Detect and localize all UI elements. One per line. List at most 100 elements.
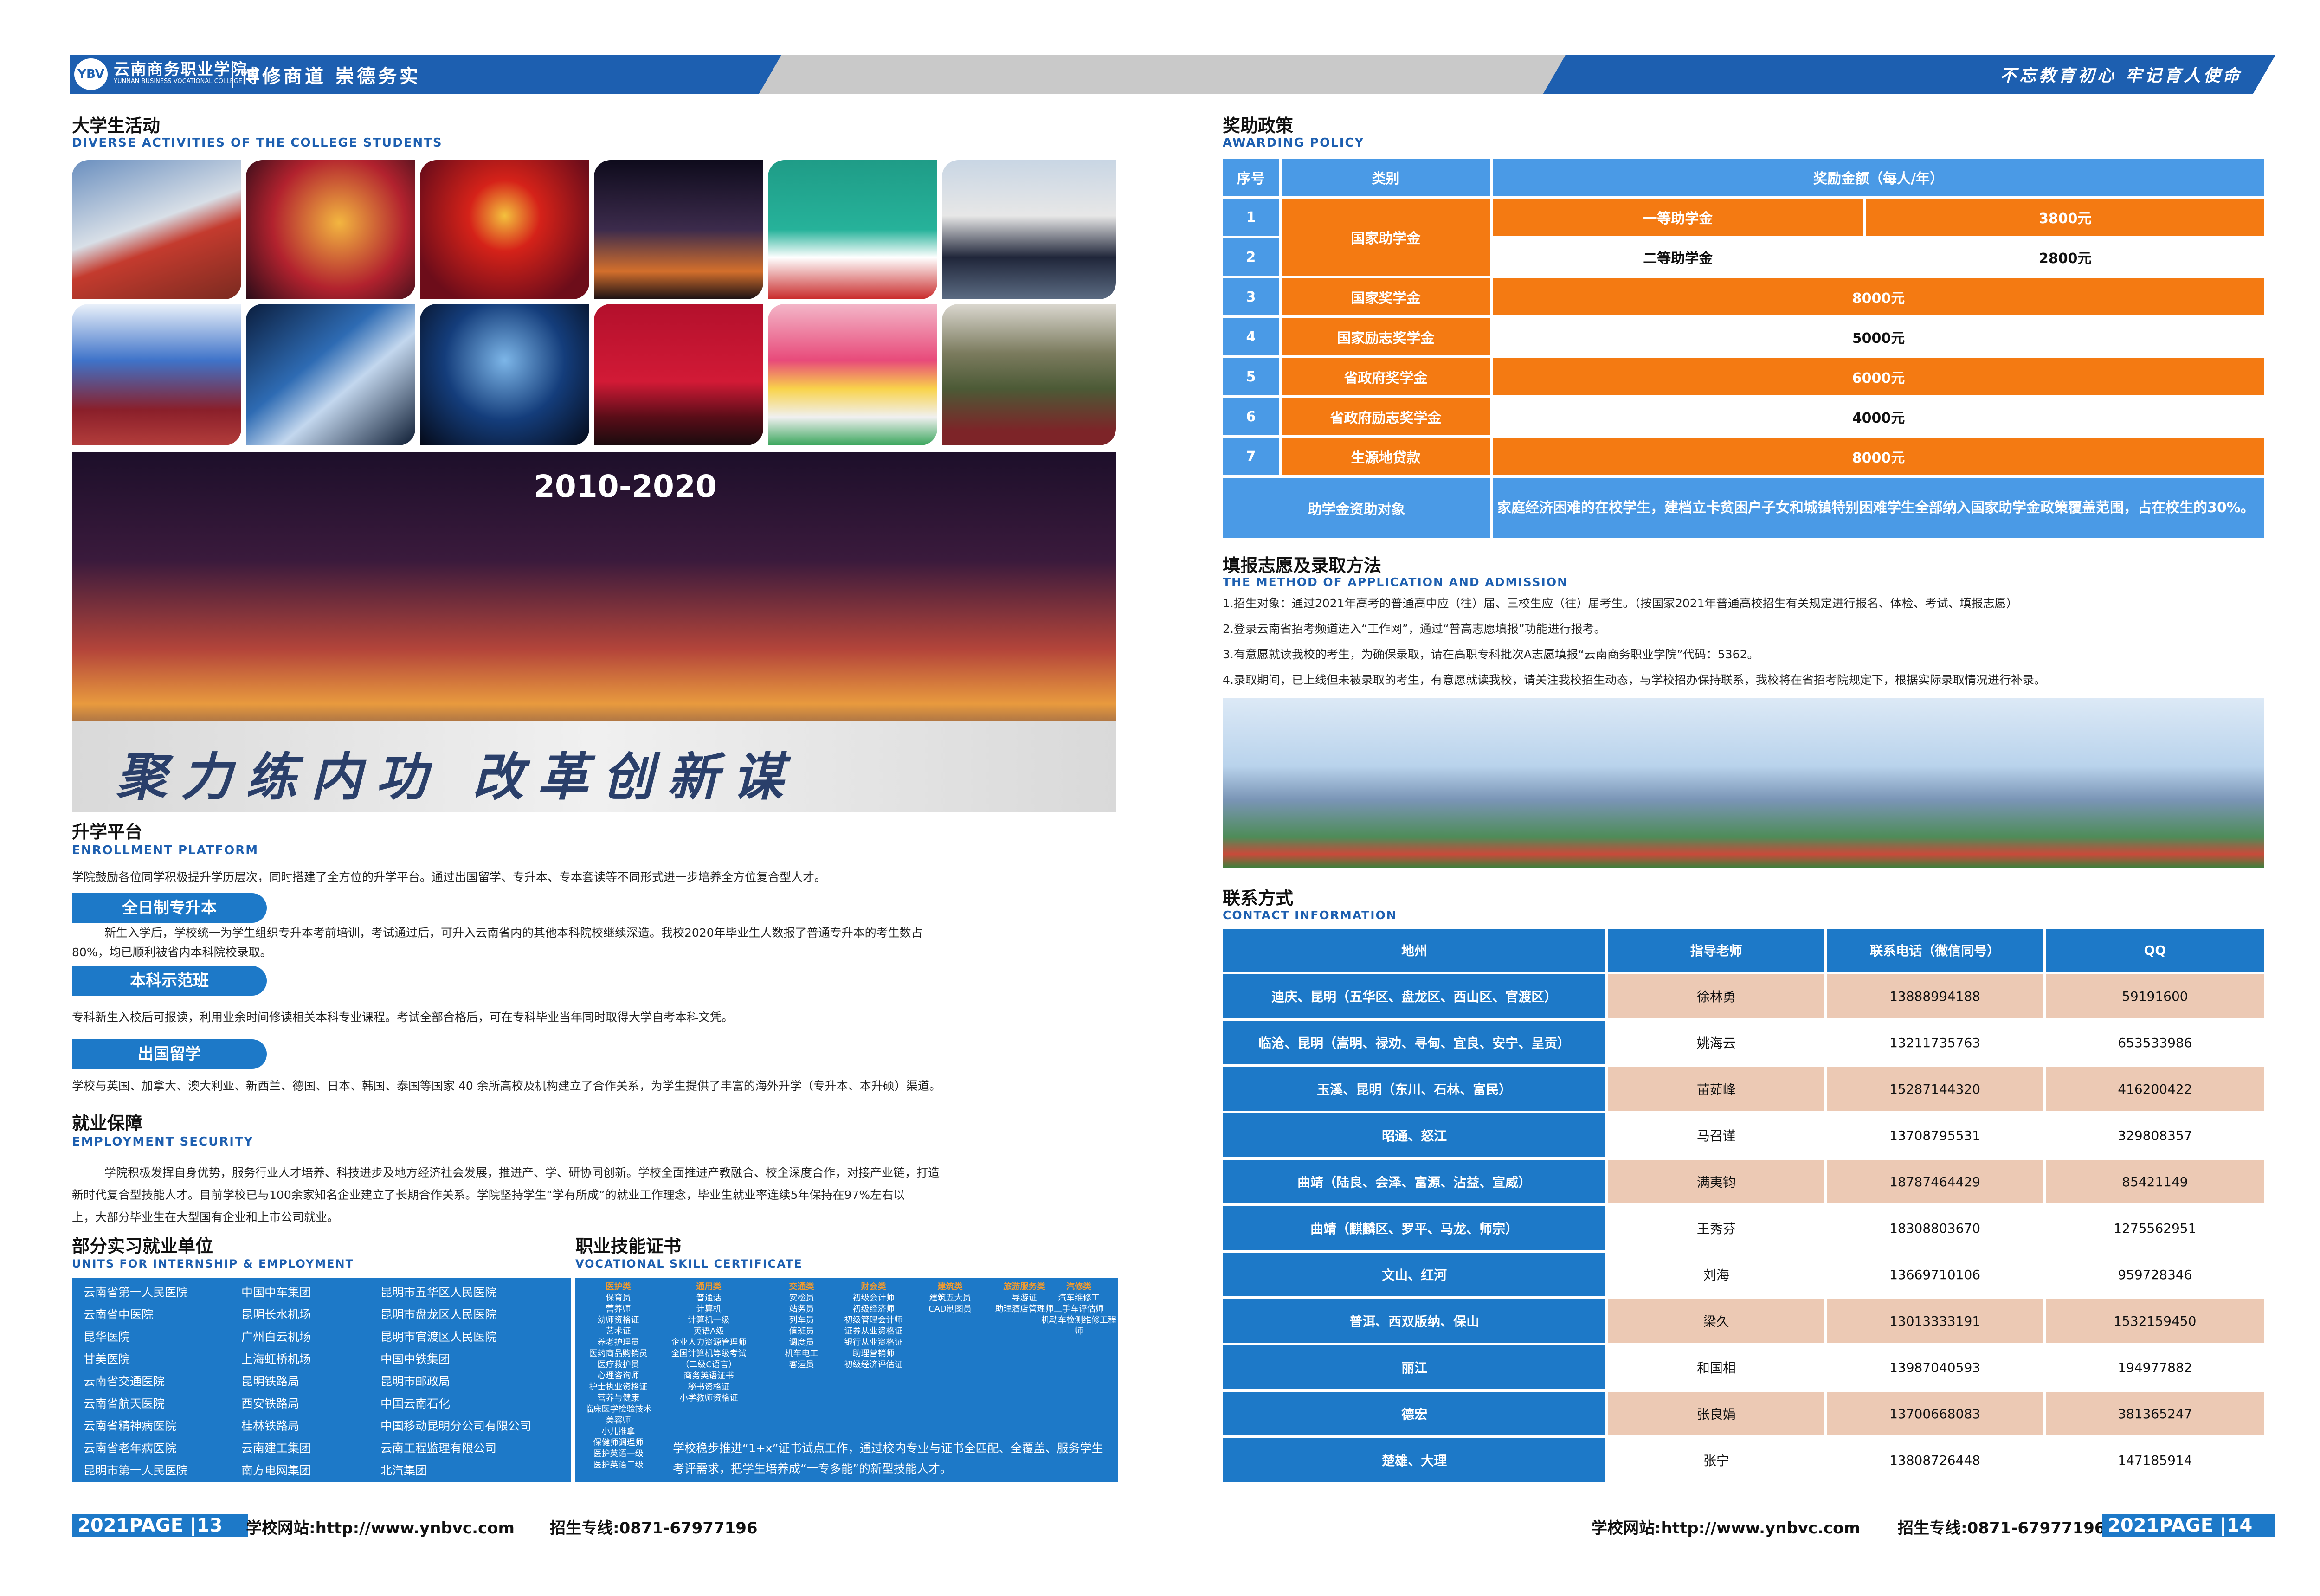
cert-item: 美容师 xyxy=(606,1416,631,1425)
contact-phone: 13669710106 xyxy=(1827,1253,2043,1296)
cert-item: 机动车检测维修工程师 xyxy=(1041,1315,1116,1336)
contact-region: 昭通、怒江 xyxy=(1223,1113,1606,1157)
cert-column-head: 建筑类 xyxy=(937,1282,963,1292)
application-item: 3.有意愿就读我校的考生，为确保录取，请在高职专科批次A志愿填报“云南商务职业学… xyxy=(1223,648,1759,661)
unit-item: 南方电网集团 xyxy=(241,1464,311,1477)
contact-qq: 416200422 xyxy=(2045,1067,2264,1111)
unit-item: 云南省老年病医院 xyxy=(84,1442,177,1455)
cert-item: 养老护理员 xyxy=(597,1338,639,1347)
award-row-no: 1 xyxy=(1223,199,1279,236)
pill-fulltime-upgrade: 全日制专升本 xyxy=(72,893,267,923)
cert-column: 医护类 保育员 营养师 幼师资格证 艺术证 养老护理员 医药商品购销员 医疗救护员 心理咨询师护… xyxy=(578,1281,659,1471)
photo-flag-parade xyxy=(72,160,241,299)
school-logo: YBV xyxy=(74,58,108,90)
contact-region: 德宏 xyxy=(1223,1392,1606,1435)
unit-item: 云南工程监理有限公司 xyxy=(380,1442,497,1455)
certs-subtitle: VOCATIONAL SKILL CERTIFICATE xyxy=(575,1257,803,1270)
photo-team-banner xyxy=(768,160,937,299)
award-target-label: 助学金资助对象 xyxy=(1223,478,1490,538)
cert-column: 交通类 安检员 站务员 列车员 值班员 调度员 机车电工 客运员 xyxy=(761,1281,842,1371)
contact-qq: 1275562951 xyxy=(2045,1206,2264,1250)
cert-item: 企业人力资源管理师 xyxy=(671,1338,747,1347)
footer-website-right[interactable]: 学校网站:http://www.ynbvc.com xyxy=(1592,1515,1860,1538)
award-subtitle: AWARDING POLICY xyxy=(1223,136,1365,150)
certs-note: 学校稳步推进“1+x”证书试点工作，通过校内专业与证书全匹配、全覆盖、服务学生考… xyxy=(673,1442,1103,1475)
cert-item: 二手车评估师 xyxy=(1054,1304,1104,1314)
cert-column-head: 交通类 xyxy=(789,1282,814,1292)
contact-qq: 85421149 xyxy=(2045,1160,2264,1203)
footer-hotline-right: 招生专线:0871-67977196 xyxy=(1898,1519,2106,1538)
contact-teacher: 姚海云 xyxy=(1608,1021,1824,1064)
contact-title: 联系方式 xyxy=(1223,888,1294,908)
enrollment-intro: 学院鼓励各位同学积极提升学历层次，同时搭建了全方位的升学平台。通过出国留学、专升… xyxy=(72,870,826,884)
cert-item: 安检员 xyxy=(789,1293,814,1303)
award-row-amount: 3800元 xyxy=(1866,199,2264,236)
cert-item: 调度员 xyxy=(789,1338,814,1347)
cert-item: 营养与健康 xyxy=(597,1393,639,1403)
unit-item: 云南省中医院 xyxy=(84,1308,154,1321)
unit-item: 北汽集团 xyxy=(380,1464,427,1477)
cert-item: 保健师调理师 xyxy=(593,1438,644,1448)
award-title: 奖助政策 xyxy=(1223,116,1294,136)
photo-cheer-team xyxy=(768,304,937,445)
contact-header-teacher: 指导老师 xyxy=(1608,929,1824,972)
unit-item: 云南省精神病医院 xyxy=(84,1419,177,1433)
cert-item: 英语A级 xyxy=(693,1326,724,1336)
award-header-category: 类别 xyxy=(1281,159,1490,196)
stage-banner-text: 聚力练内功 改革创新谋 xyxy=(116,747,798,807)
cert-item: 计算机 xyxy=(696,1304,722,1314)
award-row-no: 5 xyxy=(1223,358,1279,395)
cert-item: 普通话 xyxy=(696,1293,722,1303)
cert-column-head: 财会类 xyxy=(861,1282,886,1292)
employment-text-1: 学院积极发挥自身优势，服务行业人才培养、科技进步及地方经济社会发展，推进产、学、… xyxy=(104,1166,940,1179)
unit-item: 西安铁路局 xyxy=(241,1397,300,1410)
award-row-amount: 5000元 xyxy=(1493,318,2264,355)
contact-teacher: 马召谨 xyxy=(1608,1113,1824,1157)
school-motto: 博修商道 崇德务实 xyxy=(232,61,421,88)
award-row-sub: 一等助学金 xyxy=(1493,199,1863,236)
certs-title: 职业技能证书 xyxy=(575,1236,682,1256)
application-subtitle: THE METHOD OF APPLICATION AND ADMISSION xyxy=(1223,575,1568,589)
contact-row: 丽江 和国相 13987040593 194977882 xyxy=(1223,1345,2264,1389)
footer-page-left: 2021PAGE |13 xyxy=(72,1514,248,1537)
employment-text-2: 新时代复合型技能人才。目前学校已与100余家知名企业建立了长期合作关系。学院坚持… xyxy=(72,1188,905,1202)
award-row-sub: 二等助学金 xyxy=(1493,238,1863,276)
cert-item: 保育员 xyxy=(606,1293,631,1303)
contact-header-region: 地州 xyxy=(1223,929,1606,972)
cert-column: 通用类 普通话 计算机 计算机一级 英语A级 企业人力资源管理师 全国计算机等级考试 （二级C… xyxy=(668,1281,749,1404)
unit-item: 昆华医院 xyxy=(84,1330,130,1344)
cert-item: 初级经济评估证 xyxy=(844,1360,903,1370)
cert-column: 汽修类 汽车维修工 二手车评估师 机动车检测维修工程师 xyxy=(1039,1281,1118,1337)
cert-item: 初级会计师 xyxy=(852,1293,895,1303)
footer-website-left[interactable]: 学校网站:http://www.ynbvc.com xyxy=(246,1515,515,1538)
contact-qq: 59191600 xyxy=(2045,974,2264,1018)
unit-item: 中国中车集团 xyxy=(241,1286,311,1299)
cert-item: CAD制图员 xyxy=(928,1304,972,1314)
photo-campus-panorama xyxy=(1223,698,2264,868)
header-band-middle xyxy=(759,55,1580,94)
cert-item: 站务员 xyxy=(789,1304,814,1314)
enrollment-title: 升学平台 xyxy=(72,822,143,842)
activities-subtitle: DIVERSE ACTIVITIES OF THE COLLEGE STUDEN… xyxy=(72,136,443,150)
contact-qq: 959728346 xyxy=(2045,1253,2264,1296)
cert-item: 幼师资格证 xyxy=(597,1315,639,1325)
cert-item: 建筑五大员 xyxy=(929,1293,971,1303)
contact-teacher: 苗茹峰 xyxy=(1608,1067,1824,1111)
cert-item: 小学教师资格证 xyxy=(679,1393,738,1403)
cert-item: 汽车维修工 xyxy=(1058,1293,1100,1303)
contact-phone: 15287144320 xyxy=(1827,1067,2043,1111)
contact-row: 临沧、昆明（嵩明、禄劝、寻甸、宜良、安宁、呈贡） 姚海云 13211735763 65… xyxy=(1223,1021,2264,1064)
contact-row: 德宏 张良娟 13700668083 381365247 xyxy=(1223,1392,2264,1435)
unit-item: 桂林铁路局 xyxy=(241,1419,300,1433)
cert-item: 护士执业资格证 xyxy=(589,1382,648,1392)
cert-item: 艺术证 xyxy=(606,1326,631,1336)
cert-item: 商务英语证书 xyxy=(683,1371,734,1381)
cert-item: 初级管理会计师 xyxy=(844,1315,903,1325)
stage-year: 2010-2020 xyxy=(534,469,717,504)
unit-item: 云南省交通医院 xyxy=(84,1375,165,1388)
cert-item: （二级C语言） xyxy=(681,1360,737,1370)
contact-qq: 381365247 xyxy=(2045,1392,2264,1435)
cert-column: 财会类 初级会计师 初级经济师 初级管理会计师 证券从业资格证 银行从业资格证 助理营销师初… xyxy=(833,1281,914,1371)
cert-item: 计算机一级 xyxy=(688,1315,730,1325)
pill-study-abroad: 出国留学 xyxy=(72,1039,267,1069)
